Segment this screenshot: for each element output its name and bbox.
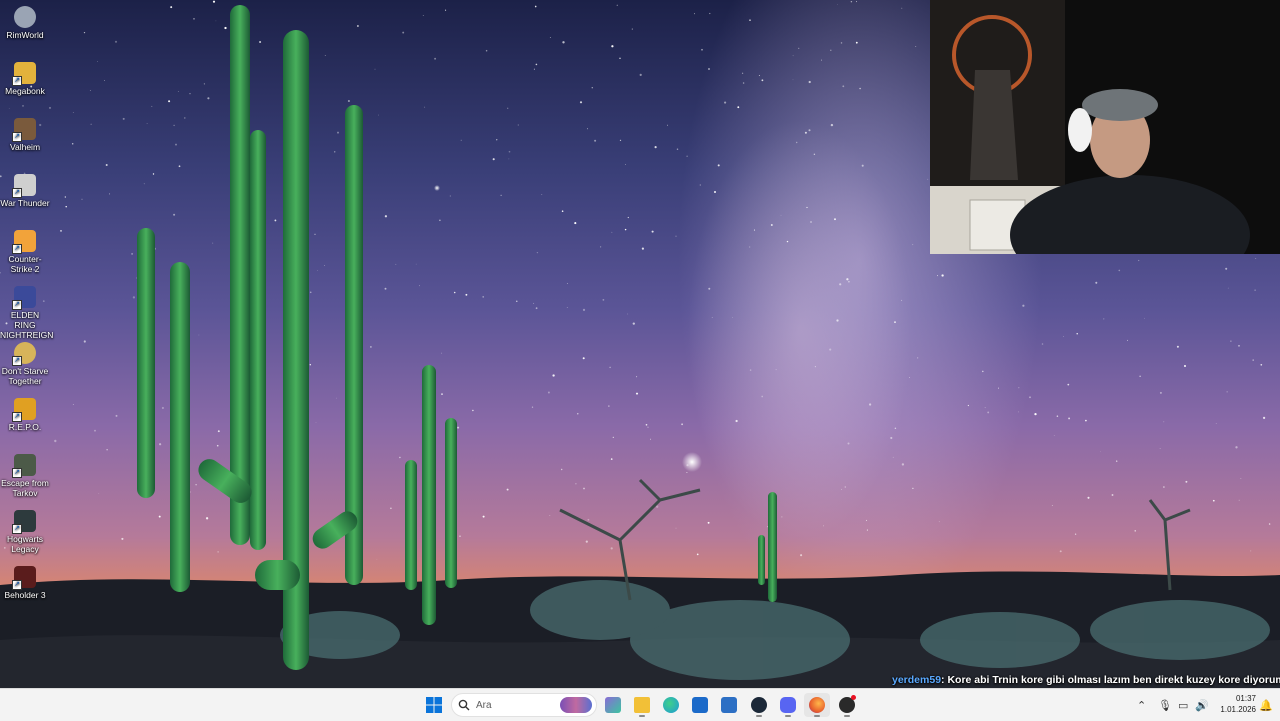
desktop-icon-elden-ring[interactable]: ↗ ELDEN RING NIGHTREIGN	[0, 286, 53, 340]
chat-message: yerdem59: Kore abi Trnin kore gibi olmas…	[892, 674, 1280, 686]
discord-icon	[780, 697, 796, 713]
clock-date: 1.01.2026	[1220, 705, 1256, 714]
widgets-icon	[605, 697, 621, 713]
chevron-up-icon[interactable]: ⌃	[1137, 699, 1146, 712]
megabonk-icon: ↗	[12, 62, 36, 86]
clock-time: 01:37	[1235, 694, 1256, 703]
search-box[interactable]: Ara	[451, 693, 597, 717]
desktop-icon-valheim[interactable]: ↗ Valheim	[0, 118, 50, 152]
chat-username: yerdem59	[892, 674, 942, 686]
steam-button[interactable]	[746, 693, 772, 717]
windows-icon	[426, 697, 442, 713]
desktop-icon-rimworld[interactable]: RimWorld	[0, 6, 50, 40]
desktop-icon-megabonk[interactable]: ↗ Megabonk	[0, 62, 50, 96]
desktop-icon-repo[interactable]: ↗ R.E.P.O.	[0, 398, 50, 432]
beholder-icon: ↗	[12, 566, 36, 590]
saguaro-cactus	[137, 5, 363, 670]
dont-starve-icon: ↗	[12, 342, 36, 366]
desktop-icon-counter-strike[interactable]: ↗ Counter-Strike 2	[0, 230, 50, 274]
edge-icon	[663, 697, 679, 713]
search-icon	[458, 699, 470, 711]
steam-icon	[751, 697, 767, 713]
start-button[interactable]	[421, 693, 447, 717]
elden-ring-icon: ↗	[12, 286, 36, 310]
desktop-icon-war-thunder[interactable]: ↗ War Thunder	[0, 174, 50, 208]
webcam-overlay	[930, 0, 1280, 254]
recording-badge	[851, 695, 856, 700]
discord-button[interactable]	[775, 693, 801, 717]
chat-text: : Kore abi Trnin kore gibi olması lazım …	[941, 674, 1280, 686]
person-cap	[1082, 89, 1158, 121]
edge-button[interactable]	[658, 693, 684, 717]
desktop-icon-beholder[interactable]: ↗ Beholder 3	[0, 566, 50, 600]
planet-glow	[682, 452, 702, 472]
volume-icon[interactable]: 🔊	[1195, 699, 1209, 712]
file-explorer-button[interactable]	[629, 693, 655, 717]
firefox-icon	[809, 697, 825, 713]
tapestry-figure	[970, 70, 1018, 180]
star-glow	[434, 185, 440, 191]
tarkov-icon: ↗	[12, 454, 36, 478]
notification-bell-icon[interactable]: 🔔	[1259, 699, 1273, 712]
store-icon	[692, 697, 708, 713]
repo-icon: ↗	[12, 398, 36, 422]
desktop-icon-hogwarts[interactable]: ↗ Hogwarts Legacy	[0, 510, 50, 554]
store-button[interactable]	[687, 693, 713, 717]
clock[interactable]: 01:37 1.01.2026	[1212, 693, 1256, 715]
headphones	[1068, 108, 1092, 152]
widgets-button[interactable]	[600, 693, 626, 717]
obs-button[interactable]	[834, 693, 860, 717]
war-thunder-icon: ↗	[12, 174, 36, 198]
search-highlight-icon	[560, 697, 592, 713]
firefox-button[interactable]	[804, 693, 830, 717]
valheim-icon: ↗	[12, 118, 36, 142]
counter-strike-icon: ↗	[12, 230, 36, 254]
search-placeholder: Ara	[476, 699, 492, 711]
hogwarts-icon: ↗	[12, 510, 36, 534]
outlook-icon	[721, 697, 737, 713]
desktop-icon-dont-starve[interactable]: ↗ Don't Starve Together	[0, 342, 50, 386]
rimworld-icon	[14, 6, 36, 28]
taskbar: Ara ⌃ 🎙 ▭ 🔊 01:37 1.01.2026 🔔	[0, 688, 1280, 721]
webcam-feed	[930, 0, 1280, 254]
microphone-icon[interactable]: 🎙	[1158, 699, 1172, 712]
network-icon[interactable]: ▭	[1178, 699, 1188, 712]
desktop-icon-tarkov[interactable]: ↗ Escape from Tarkov	[0, 454, 50, 498]
outlook-button[interactable]	[716, 693, 742, 717]
folder-icon	[634, 697, 650, 713]
